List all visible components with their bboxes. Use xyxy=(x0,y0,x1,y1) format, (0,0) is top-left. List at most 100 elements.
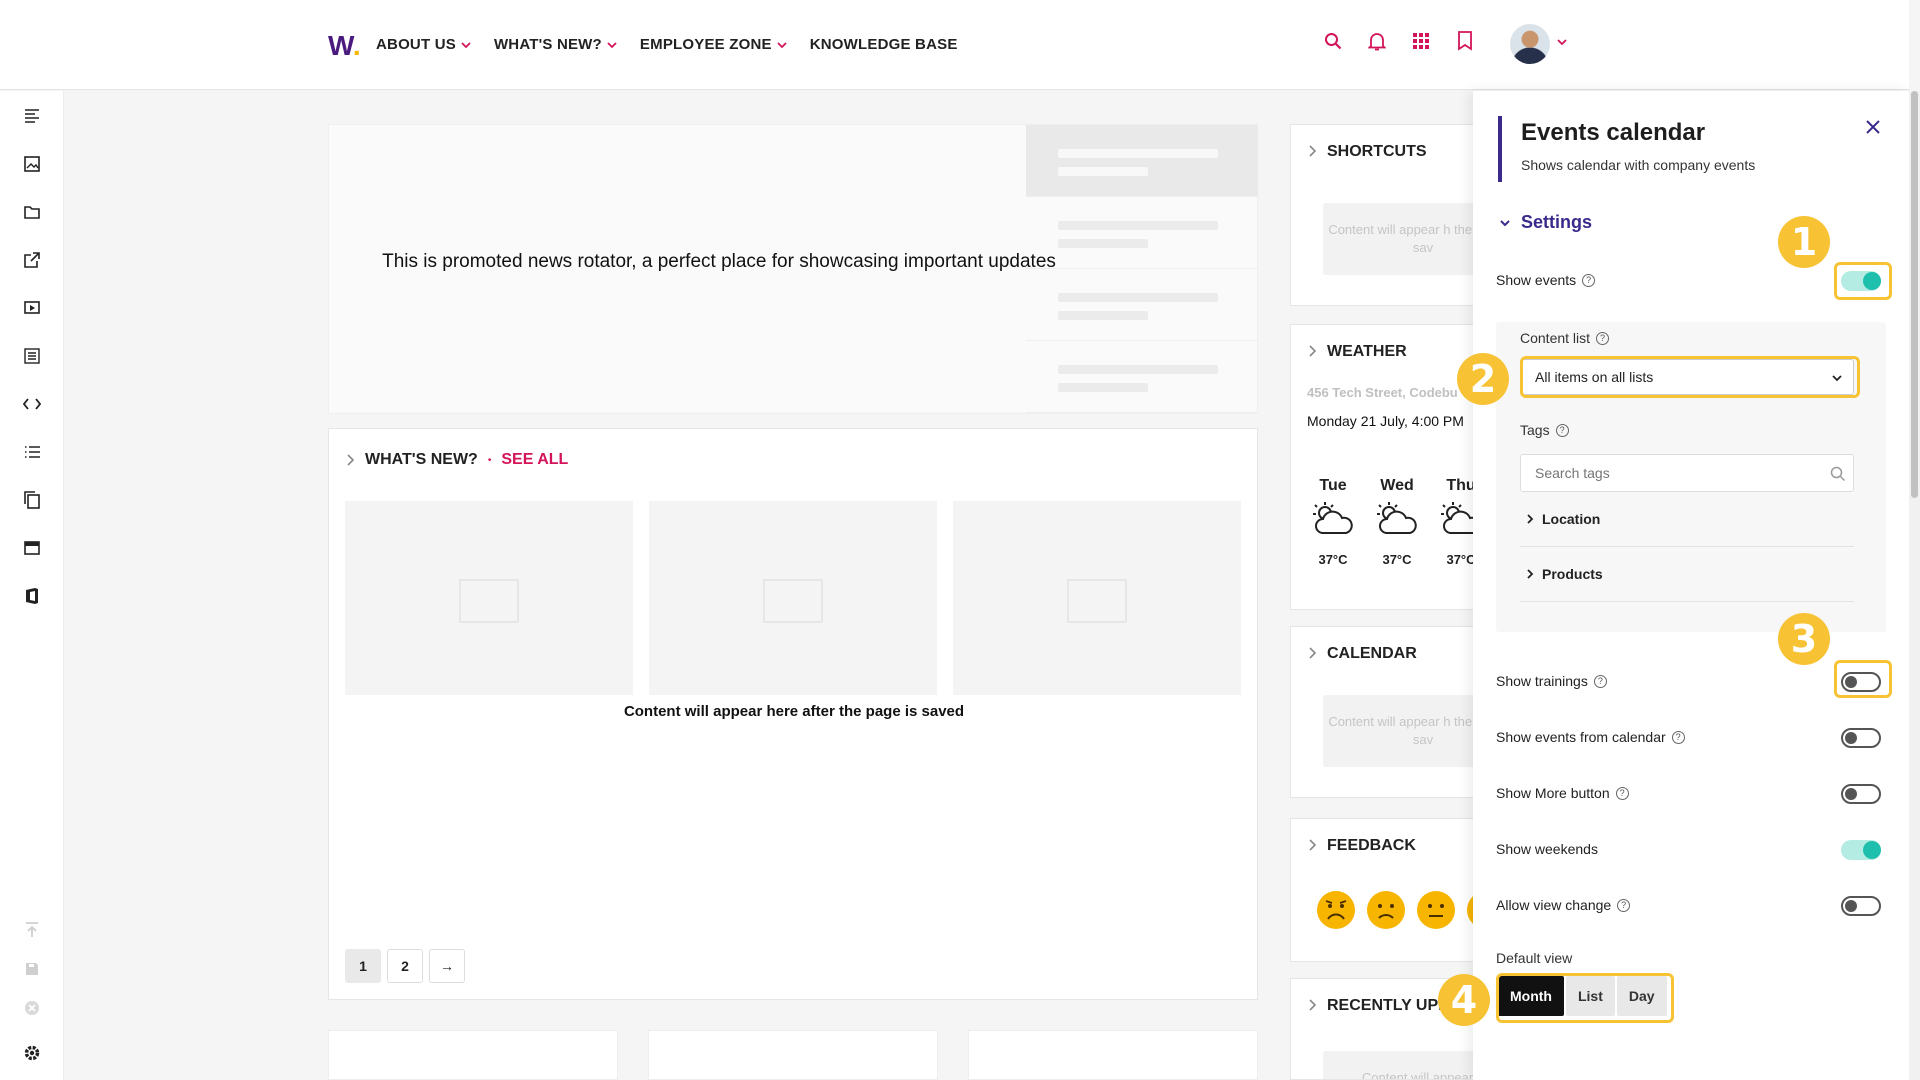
cancel-icon[interactable] xyxy=(21,997,43,1019)
nav-about-us[interactable]: ABOUT US xyxy=(376,36,472,53)
show-more-button-toggle[interactable] xyxy=(1841,784,1881,804)
company-logo[interactable]: W. xyxy=(328,30,361,62)
whats-new-header: WHAT'S NEW? • SEE ALL xyxy=(345,451,568,469)
image-icon[interactable] xyxy=(21,153,43,175)
text-icon[interactable] xyxy=(21,105,43,127)
whats-new-title: WHAT'S NEW? xyxy=(365,451,478,468)
news-card[interactable] xyxy=(345,501,633,695)
close-icon[interactable] xyxy=(1861,115,1885,139)
nav-whats-new[interactable]: WHAT'S NEW? xyxy=(494,36,618,53)
content-card-placeholder xyxy=(328,1030,618,1080)
show-weekends-label: Show weekends xyxy=(1496,841,1598,857)
code-icon[interactable] xyxy=(21,393,43,415)
help-icon[interactable]: ? xyxy=(1582,273,1596,287)
top-navigation-bar: W. ABOUT US WHAT'S NEW? EMPLOYEE ZONE KN… xyxy=(0,0,1909,90)
rotator-slot[interactable] xyxy=(1026,341,1258,413)
copy-icon[interactable] xyxy=(21,489,43,511)
chevron-right-icon[interactable] xyxy=(1307,145,1317,157)
allow-view-change-label: Allow view change? xyxy=(1496,897,1631,913)
help-icon[interactable]: ? xyxy=(1596,331,1610,345)
location-expander[interactable]: Location xyxy=(1520,492,1854,547)
default-view-label: Default view xyxy=(1496,950,1573,966)
content-card-placeholder xyxy=(648,1030,938,1080)
panel-title: Events calendar xyxy=(1521,119,1706,146)
page-button[interactable]: 2 xyxy=(387,949,423,983)
calendar-widget: CALENDAR Content will appear h the page … xyxy=(1290,626,1480,798)
news-card[interactable] xyxy=(649,501,937,695)
rotator-slot[interactable] xyxy=(1026,125,1258,197)
save-icon[interactable] xyxy=(21,958,43,980)
settings-title: Settings xyxy=(1521,212,1593,232)
allow-view-change-toggle[interactable] xyxy=(1841,896,1881,916)
events-calendar-settings-panel: Events calendar Shows calendar with comp… xyxy=(1473,91,1909,1080)
step-badge: 4 xyxy=(1438,974,1490,1026)
chevron-right-icon[interactable] xyxy=(345,454,355,466)
chevron-down-icon[interactable] xyxy=(1556,36,1568,48)
apps-grid-icon[interactable] xyxy=(1410,30,1432,52)
calendar-placeholder: Content will appear h the page is sav xyxy=(1323,695,1479,767)
show-events-from-calendar-toggle[interactable] xyxy=(1841,728,1881,748)
help-icon[interactable]: ? xyxy=(1555,423,1569,437)
external-link-icon[interactable] xyxy=(21,249,43,271)
highlight-show-trainings xyxy=(1834,660,1892,698)
help-icon[interactable]: ? xyxy=(1671,730,1685,744)
help-icon[interactable]: ? xyxy=(1593,674,1607,688)
shortcuts-placeholder: Content will appear h the page is sav xyxy=(1323,203,1479,275)
office-icon[interactable] xyxy=(21,585,43,607)
shortcuts-widget: SHORTCUTS Content will appear h the page… xyxy=(1290,124,1480,306)
chevron-right-icon[interactable] xyxy=(1307,647,1317,659)
panel-subtitle: Shows calendar with company events xyxy=(1521,157,1756,173)
highlight-show-events xyxy=(1834,262,1892,300)
list-view-icon[interactable] xyxy=(21,345,43,367)
show-weekends-text: Show weekends xyxy=(1496,841,1598,857)
chevron-down-icon xyxy=(1500,219,1510,226)
show-trainings-label: Show trainings? xyxy=(1496,673,1607,689)
see-all-link[interactable]: SEE ALL xyxy=(501,451,568,469)
rotator-slot[interactable] xyxy=(1026,269,1258,341)
news-card-image xyxy=(649,501,937,695)
chevron-right-icon[interactable] xyxy=(1307,839,1317,851)
feedback-title: FEEDBACK xyxy=(1327,837,1416,854)
user-avatar[interactable] xyxy=(1510,24,1550,64)
rotator-slot[interactable] xyxy=(1026,197,1258,269)
sad-face-icon[interactable] xyxy=(1367,891,1405,929)
content-card-placeholder xyxy=(968,1030,1258,1080)
forecast-temp: 37°C xyxy=(1318,552,1348,567)
help-icon[interactable]: ? xyxy=(1615,786,1629,800)
recently-updated-placeholder: Content will appear h xyxy=(1323,1051,1479,1079)
partly-cloudy-icon xyxy=(1377,502,1417,534)
bookmark-icon[interactable] xyxy=(1454,30,1476,52)
video-icon[interactable] xyxy=(21,297,43,319)
settings-icon[interactable] xyxy=(21,1042,43,1064)
bell-icon[interactable] xyxy=(1366,30,1388,52)
weather-title: WEATHER xyxy=(1327,343,1407,360)
scrollbar-thumb[interactable] xyxy=(1911,91,1918,498)
settings-section-toggle[interactable]: Settings xyxy=(1499,212,1592,233)
chevron-right-icon[interactable] xyxy=(1307,999,1317,1011)
show-events-from-calendar-label: Show events from calendar? xyxy=(1496,729,1685,745)
browser-window-icon[interactable] xyxy=(21,537,43,559)
show-weekends-toggle[interactable] xyxy=(1841,840,1881,860)
very-sad-face-icon[interactable] xyxy=(1317,891,1355,929)
show-events-text: Show events xyxy=(1496,272,1577,288)
next-page-button[interactable]: → xyxy=(429,949,465,983)
chevron-right-icon xyxy=(1527,569,1534,579)
page-scrollbar[interactable] xyxy=(1909,91,1920,1080)
bulleted-list-icon[interactable] xyxy=(21,441,43,463)
neutral-face-icon[interactable] xyxy=(1417,891,1455,929)
folder-icon[interactable] xyxy=(21,201,43,223)
news-card-image xyxy=(953,501,1241,695)
forecast-day-label: Wed xyxy=(1380,477,1414,494)
news-card[interactable] xyxy=(953,501,1241,695)
nav-employee-zone[interactable]: EMPLOYEE ZONE xyxy=(640,36,788,53)
nav-whats-new-label: WHAT'S NEW? xyxy=(493,36,602,53)
chevron-right-icon[interactable] xyxy=(1307,345,1317,357)
page-button[interactable]: 1 xyxy=(345,949,381,983)
publish-icon[interactable] xyxy=(21,919,43,941)
products-expander[interactable]: Products xyxy=(1520,547,1854,602)
content-list-text: Content list xyxy=(1520,330,1591,346)
help-icon[interactable]: ? xyxy=(1617,898,1631,912)
tags-search-input[interactable] xyxy=(1520,454,1854,492)
nav-knowledge-base[interactable]: KNOWLEDGE BASE xyxy=(810,36,958,53)
search-icon[interactable] xyxy=(1322,30,1344,52)
